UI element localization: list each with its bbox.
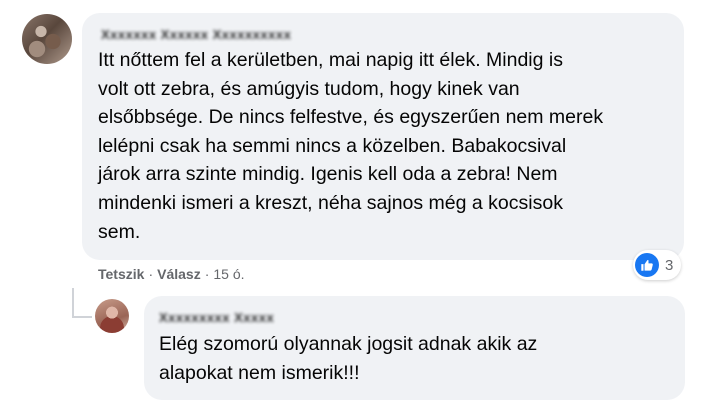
thread-line <box>72 316 92 318</box>
reply-bubble: Xxxxxxxxx Xxxxx Elég szomorú olyannak jo… <box>144 296 685 400</box>
comment-text-line: lelépni csak ha semmi nincs a közelben. … <box>98 134 567 157</box>
commenter-avatar[interactable] <box>22 14 72 64</box>
separator-dot: · <box>148 266 154 282</box>
separator-dot: · <box>204 266 210 282</box>
comment-timestamp[interactable]: 15 ó. <box>213 266 244 282</box>
comment-bubble: Xxxxxxx Xxxxxx Xxxxxxxxxx Itt nőttem fel… <box>82 13 684 260</box>
reply-text-line: Elég szomorú olyannak jogsit adnak akik … <box>159 333 538 355</box>
reply-avatar[interactable] <box>95 299 129 333</box>
comment-author-name[interactable]: Xxxxxxx Xxxxxx Xxxxxxxxxx <box>101 27 291 42</box>
comment-text: Itt nőttem fel a kerületben, mai napig i… <box>98 46 678 246</box>
reply-text-line: alapokat nem ismerik!!! <box>159 361 360 384</box>
reply-author-name[interactable]: Xxxxxxxxx Xxxxx <box>159 310 274 325</box>
comment-text-line: Itt nőttem fel a kerületben, mai napig i… <box>98 49 563 71</box>
comment-text-line: mindenki ismeri a kreszt, néha sajnos mé… <box>98 191 563 214</box>
reply-button[interactable]: Válasz <box>157 266 201 282</box>
reaction-count: 3 <box>665 256 674 274</box>
thread-line <box>72 288 74 318</box>
comment-text-line: volt ott zebra, és amúgyis tudom, hogy k… <box>98 77 520 100</box>
comment-actions: Tetszik · Válasz · 15 ó. <box>98 266 245 282</box>
comment-text-line: elsőbbsége. De nincs felfestve, és egysz… <box>98 106 604 129</box>
thumbs-up-icon <box>635 253 659 277</box>
like-button[interactable]: Tetszik <box>98 266 144 282</box>
reaction-count-badge[interactable]: 3 <box>633 250 682 280</box>
reply-text: Elég szomorú olyannak jogsit adnak akik … <box>159 330 679 387</box>
comment-text-line: sem. <box>98 220 141 243</box>
comment-text-line: járok arra szinte mindig. Igenis kell od… <box>98 163 558 186</box>
